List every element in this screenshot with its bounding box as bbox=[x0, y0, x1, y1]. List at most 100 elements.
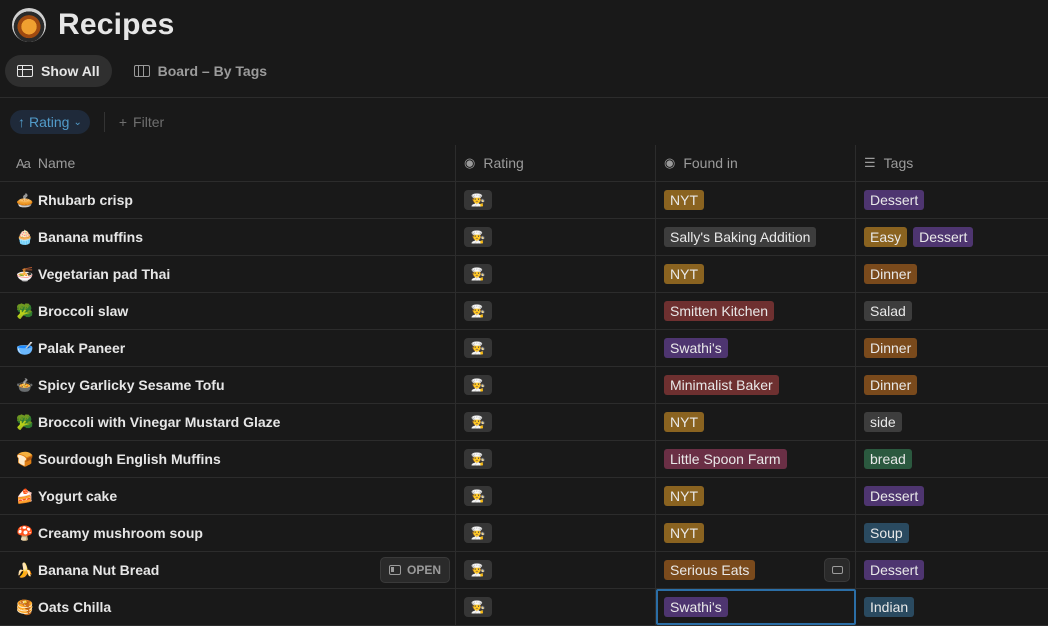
name-cell[interactable]: 🥧 Rhubarb crisp bbox=[0, 182, 456, 218]
tags-cell[interactable]: Dinner bbox=[856, 367, 1048, 403]
tags-cell[interactable]: Salad bbox=[856, 293, 1048, 329]
multi-select-property-icon: ☰ bbox=[864, 155, 876, 170]
recipe-emoji-icon: 🥦 bbox=[16, 413, 34, 430]
name-cell[interactable]: 🥦 Broccoli slaw bbox=[0, 293, 456, 329]
table-row[interactable]: 🥣 Palak Paneer 🧑‍🍳 Swathi's Dinner bbox=[0, 330, 1048, 367]
tag-chip: Salad bbox=[864, 301, 912, 321]
rating-cell[interactable]: 🧑‍🍳 bbox=[456, 330, 656, 366]
found-in-cell[interactable]: Little Spoon Farm bbox=[656, 441, 856, 477]
view-tab-show-all[interactable]: Show All bbox=[5, 55, 112, 87]
name-cell[interactable]: 🍰 Yogurt cake bbox=[0, 478, 456, 514]
rating-tag: 🧑‍🍳 bbox=[464, 523, 492, 543]
found-in-cell[interactable]: Serious Eats bbox=[656, 552, 856, 588]
rating-cell[interactable]: 🧑‍🍳 bbox=[456, 552, 656, 588]
found-in-cell[interactable]: NYT bbox=[656, 478, 856, 514]
table-row[interactable]: 🥦 Broccoli with Vinegar Mustard Glaze 🧑‍🍳 N… bbox=[0, 404, 1048, 441]
rating-cell[interactable]: 🧑‍🍳 bbox=[456, 182, 656, 218]
tags-cell[interactable]: Dessert bbox=[856, 552, 1048, 588]
column-header-tags[interactable]: ☰ Tags bbox=[856, 145, 1048, 181]
name-cell[interactable]: 🍲 Spicy Garlicky Sesame Tofu bbox=[0, 367, 456, 403]
name-cell[interactable]: 🥣 Palak Paneer bbox=[0, 330, 456, 366]
chevron-down-icon: ⌄ bbox=[73, 116, 82, 128]
arrow-up-icon: ↑ bbox=[18, 114, 25, 130]
table-row[interactable]: 🍲 Spicy Garlicky Sesame Tofu 🧑‍🍳 Minimalist… bbox=[0, 367, 1048, 404]
tags-cell[interactable]: Soup bbox=[856, 515, 1048, 551]
found-in-cell[interactable]: NYT bbox=[656, 182, 856, 218]
found-in-cell[interactable]: Minimalist Baker bbox=[656, 367, 856, 403]
recipe-emoji-icon: 🍰 bbox=[16, 487, 34, 504]
table-row[interactable]: 🍄 Creamy mushroom soup 🧑‍🍳 NYT Soup bbox=[0, 515, 1048, 552]
tags-cell[interactable]: Indian bbox=[856, 589, 1048, 625]
view-tab-board-by-tags[interactable]: Board – By Tags bbox=[122, 55, 279, 87]
tag-chip: bread bbox=[864, 449, 912, 469]
recipe-name: Spicy Garlicky Sesame Tofu bbox=[38, 377, 225, 393]
tags-cell[interactable]: Dessert bbox=[856, 478, 1048, 514]
recipe-emoji-icon: 🥞 bbox=[16, 598, 34, 615]
tags-cell[interactable]: side bbox=[856, 404, 1048, 440]
rating-cell[interactable]: 🧑‍🍳 bbox=[456, 293, 656, 329]
view-tab-label: Board – By Tags bbox=[157, 63, 268, 79]
found-in-cell[interactable]: NYT bbox=[656, 256, 856, 292]
rating-tag: 🧑‍🍳 bbox=[464, 301, 492, 321]
found-in-tag: NYT bbox=[664, 523, 704, 543]
table-row[interactable]: 🍰 Yogurt cake 🧑‍🍳 NYT Dessert bbox=[0, 478, 1048, 515]
rating-cell[interactable]: 🧑‍🍳 bbox=[456, 404, 656, 440]
table-row[interactable]: 🍜 Vegetarian pad Thai 🧑‍🍳 NYT Dinner bbox=[0, 256, 1048, 293]
recipe-bowl-icon[interactable] bbox=[12, 8, 46, 42]
column-header-label: Tags bbox=[883, 155, 914, 171]
column-header-label: Rating bbox=[483, 155, 524, 171]
recipe-emoji-icon: 🧁 bbox=[16, 228, 34, 245]
column-header-found-in[interactable]: ◉ Found in bbox=[656, 145, 856, 181]
recipe-name: Sourdough English Muffins bbox=[38, 451, 221, 467]
table-row[interactable]: 🍌 Banana Nut Bread OPEN 🧑‍🍳 Serious Eats Dess… bbox=[0, 552, 1048, 589]
found-in-tag: NYT bbox=[664, 486, 704, 506]
name-cell[interactable]: 🍄 Creamy mushroom soup bbox=[0, 515, 456, 551]
tags-cell[interactable]: bread bbox=[856, 441, 1048, 477]
found-in-tag: Sally's Baking Addition bbox=[664, 227, 817, 247]
rating-cell[interactable]: 🧑‍🍳 bbox=[456, 219, 656, 255]
found-in-cell[interactable]: NYT bbox=[656, 515, 856, 551]
name-cell[interactable]: 🍌 Banana Nut Bread OPEN bbox=[0, 552, 456, 588]
name-cell[interactable]: 🍞 Sourdough English Muffins bbox=[0, 441, 456, 477]
table-row[interactable]: 🥧 Rhubarb crisp 🧑‍🍳 NYT Dessert bbox=[0, 182, 1048, 219]
side-peek-icon bbox=[388, 565, 401, 575]
rating-cell[interactable]: 🧑‍🍳 bbox=[456, 515, 656, 551]
rating-cell[interactable]: 🧑‍🍳 bbox=[456, 589, 656, 625]
page-title[interactable]: Recipes bbox=[58, 8, 174, 42]
found-in-cell[interactable]: NYT bbox=[656, 404, 856, 440]
tags-cell[interactable]: Dinner bbox=[856, 256, 1048, 292]
rating-cell[interactable]: 🧑‍🍳 bbox=[456, 441, 656, 477]
table-row[interactable]: 🥞 Oats Chilla 🧑‍🍳 Swathi's Indian bbox=[0, 589, 1048, 626]
name-cell[interactable]: 🥦 Broccoli with Vinegar Mustard Glaze bbox=[0, 404, 456, 440]
table-row[interactable]: 🍞 Sourdough English Muffins 🧑‍🍳 Little Spoo… bbox=[0, 441, 1048, 478]
column-header-rating[interactable]: ◉ Rating bbox=[456, 145, 656, 181]
recipe-name: Banana muffins bbox=[38, 229, 144, 245]
sort-rating-chip[interactable]: ↑ Rating ⌄ bbox=[10, 110, 90, 134]
rating-cell[interactable]: 🧑‍🍳 bbox=[456, 367, 656, 403]
comment-icon bbox=[831, 566, 843, 574]
comment-button[interactable] bbox=[824, 558, 850, 582]
recipe-emoji-icon: 🥧 bbox=[16, 191, 34, 208]
found-in-cell[interactable]: Swathi's bbox=[656, 589, 856, 625]
text-property-icon: Aa bbox=[16, 155, 31, 171]
recipe-name: Creamy mushroom soup bbox=[38, 525, 203, 541]
rating-tag: 🧑‍🍳 bbox=[464, 449, 492, 469]
open-page-button[interactable]: OPEN bbox=[379, 557, 450, 583]
name-cell[interactable]: 🍜 Vegetarian pad Thai bbox=[0, 256, 456, 292]
rating-cell[interactable]: 🧑‍🍳 bbox=[456, 256, 656, 292]
view-tab-label: Show All bbox=[41, 63, 100, 79]
tags-cell[interactable]: Easy Dessert bbox=[856, 219, 1048, 255]
table-row[interactable]: 🧁 Banana muffins 🧑‍🍳 Sally's Baking Additio… bbox=[0, 219, 1048, 256]
found-in-cell[interactable]: Sally's Baking Addition bbox=[656, 219, 856, 255]
add-filter-button[interactable]: + Filter bbox=[119, 114, 164, 130]
table-row[interactable]: 🥦 Broccoli slaw 🧑‍🍳 Smitten Kitchen Salad bbox=[0, 293, 1048, 330]
tags-cell[interactable]: Dessert bbox=[856, 182, 1048, 218]
found-in-cell[interactable]: Smitten Kitchen bbox=[656, 293, 856, 329]
tags-cell[interactable]: Dinner bbox=[856, 330, 1048, 366]
tag-chip: Indian bbox=[864, 597, 915, 617]
rating-cell[interactable]: 🧑‍🍳 bbox=[456, 478, 656, 514]
column-header-name[interactable]: Aa Name bbox=[0, 145, 456, 181]
name-cell[interactable]: 🧁 Banana muffins bbox=[0, 219, 456, 255]
found-in-cell[interactable]: Swathi's bbox=[656, 330, 856, 366]
name-cell[interactable]: 🥞 Oats Chilla bbox=[0, 589, 456, 625]
